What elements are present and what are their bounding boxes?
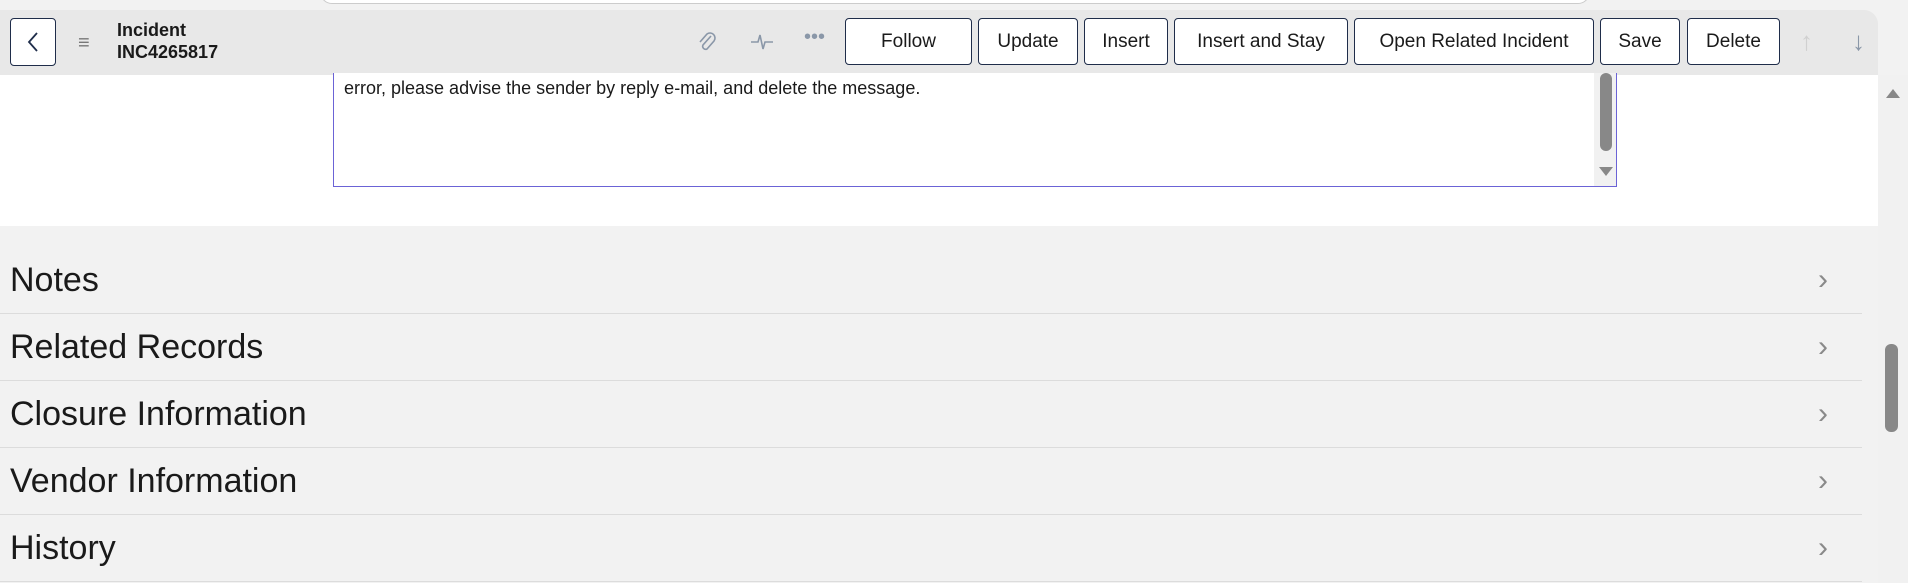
follow-button[interactable]: Follow bbox=[845, 18, 972, 65]
update-button[interactable]: Update bbox=[978, 18, 1078, 65]
more-options-icon[interactable]: ••• bbox=[804, 26, 825, 49]
form-content: error, please advise the sender by reply… bbox=[0, 73, 1878, 226]
section-label: Closure Information bbox=[10, 395, 307, 433]
chevron-right-icon: › bbox=[1818, 531, 1828, 564]
scroll-down-arrow-icon[interactable] bbox=[1599, 167, 1613, 176]
description-textarea[interactable]: error, please advise the sender by reply… bbox=[333, 73, 1617, 187]
activity-icon[interactable] bbox=[750, 30, 774, 60]
section-label: Notes bbox=[10, 261, 99, 299]
section-notes[interactable]: Notes › bbox=[0, 247, 1862, 314]
section-closure-information[interactable]: Closure Information › bbox=[0, 381, 1862, 448]
delete-button[interactable]: Delete bbox=[1687, 18, 1780, 65]
textarea-scrollbar[interactable] bbox=[1594, 73, 1616, 186]
record-title: Incident INC4265817 bbox=[117, 19, 218, 63]
record-number: INC4265817 bbox=[117, 42, 219, 62]
hamburger-menu-icon[interactable]: ≡ bbox=[78, 32, 90, 55]
section-label: Related Records bbox=[10, 328, 264, 366]
address-bar-edge bbox=[320, 0, 1590, 4]
section-label: History bbox=[10, 529, 116, 567]
section-related-records[interactable]: Related Records › bbox=[0, 314, 1862, 381]
browser-top-strip bbox=[0, 0, 1908, 10]
form-header: ≡ Incident INC4265817 ••• Follow Update … bbox=[0, 10, 1878, 75]
section-label: Vendor Information bbox=[10, 462, 298, 500]
back-button[interactable] bbox=[10, 18, 56, 66]
table-name: Incident bbox=[117, 20, 187, 40]
open-related-incident-button[interactable]: Open Related Incident bbox=[1354, 18, 1594, 65]
textarea-scroll-thumb[interactable] bbox=[1600, 73, 1612, 151]
arrow-up-icon[interactable]: ↑ bbox=[1800, 26, 1813, 57]
save-button[interactable]: Save bbox=[1600, 18, 1680, 65]
section-vendor-information[interactable]: Vendor Information › bbox=[0, 448, 1862, 515]
section-history[interactable]: History › bbox=[0, 515, 1862, 582]
description-text: error, please advise the sender by reply… bbox=[344, 78, 921, 98]
insert-button[interactable]: Insert bbox=[1084, 18, 1168, 65]
scroll-up-arrow-icon[interactable] bbox=[1886, 89, 1900, 98]
chevron-left-icon bbox=[27, 32, 38, 52]
arrow-down-icon[interactable]: ↓ bbox=[1852, 26, 1865, 57]
chevron-right-icon: › bbox=[1818, 464, 1828, 497]
chevron-right-icon: › bbox=[1818, 263, 1828, 296]
chevron-right-icon: › bbox=[1818, 397, 1828, 430]
page-scroll-thumb[interactable] bbox=[1885, 344, 1898, 432]
page-scrollbar[interactable] bbox=[1878, 75, 1908, 583]
chevron-right-icon: › bbox=[1818, 330, 1828, 363]
insert-and-stay-button[interactable]: Insert and Stay bbox=[1174, 18, 1348, 65]
paperclip-icon[interactable] bbox=[696, 30, 718, 60]
